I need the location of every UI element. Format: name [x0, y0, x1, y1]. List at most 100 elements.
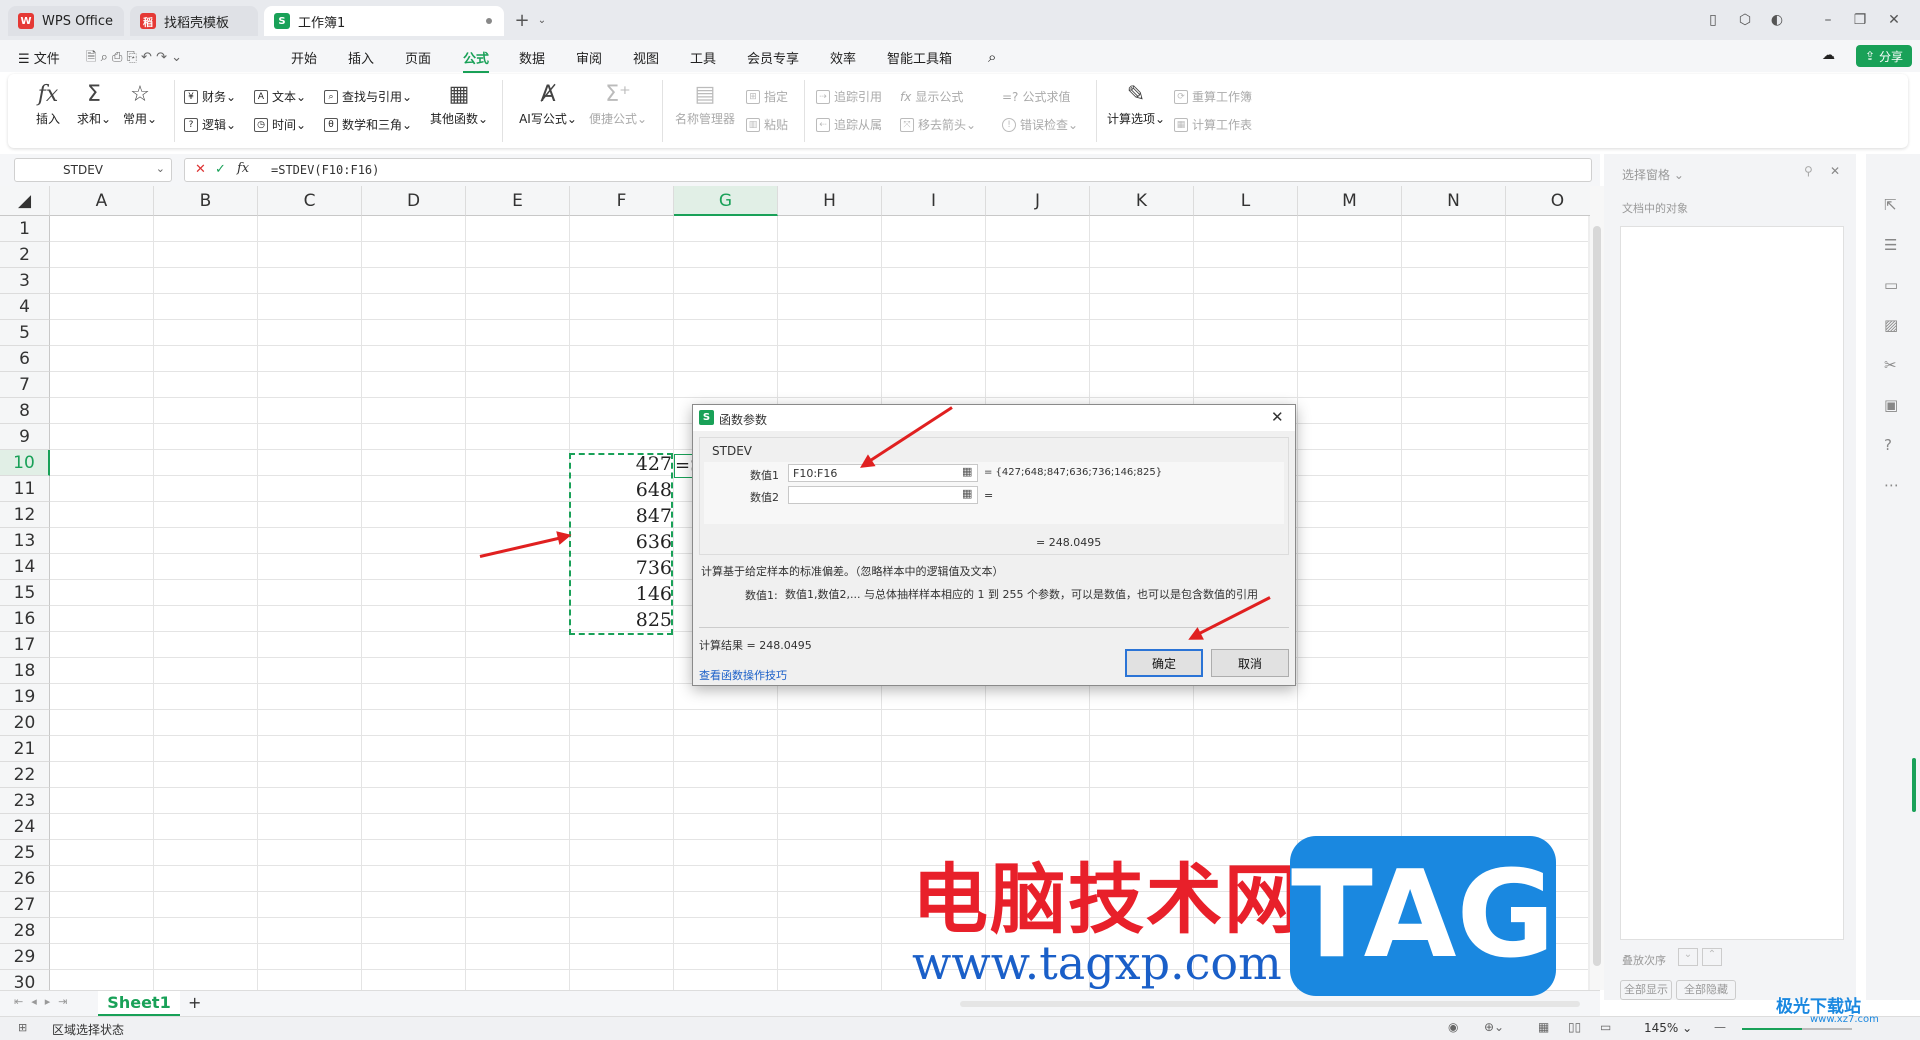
- menu-tools[interactable]: 工具: [690, 48, 716, 67]
- zoom-level[interactable]: 145% ⌄: [1644, 1021, 1692, 1035]
- column-header-m[interactable]: M: [1298, 186, 1402, 216]
- add-sheet-button[interactable]: +: [188, 993, 201, 1012]
- cancel-button[interactable]: 取消: [1211, 649, 1289, 677]
- active-cell-g10[interactable]: =S: [674, 454, 694, 478]
- menu-smart-toolbox[interactable]: 智能工具箱: [887, 48, 952, 67]
- new-tab-button[interactable]: +: [512, 10, 532, 31]
- specify-button[interactable]: ⊞ 指定: [746, 88, 788, 105]
- cell-f13[interactable]: 636: [570, 529, 672, 555]
- row-header-18[interactable]: 18: [0, 658, 50, 684]
- close-icon[interactable]: ✕: [1830, 164, 1840, 178]
- chevron-down-icon[interactable]: ⌄: [156, 162, 165, 175]
- eval-formula-button[interactable]: =? 公式求值: [1002, 88, 1070, 105]
- menu-review[interactable]: 审阅: [576, 48, 602, 67]
- row-header-19[interactable]: 19: [0, 684, 50, 710]
- row-header-28[interactable]: 28: [0, 918, 50, 944]
- vertical-scrollbar[interactable]: [1590, 186, 1604, 990]
- menu-data[interactable]: 数据: [519, 48, 545, 67]
- range-picker-icon[interactable]: ▦: [962, 465, 972, 478]
- row-header-15[interactable]: 15: [0, 580, 50, 606]
- column-header-h[interactable]: H: [778, 186, 882, 216]
- row-header-7[interactable]: 7: [0, 372, 50, 398]
- other-functions-button[interactable]: ▦ 其他函数⌄: [426, 80, 492, 127]
- formula-input[interactable]: ✕ ✓ fx =STDEV(F10:F16): [184, 158, 1592, 182]
- ai-formula-button[interactable]: Ⱥ AI写公式⌄: [516, 80, 580, 127]
- cube-icon[interactable]: ⬡: [1735, 10, 1755, 30]
- sliders-icon[interactable]: ☰: [1884, 236, 1897, 254]
- sum-button[interactable]: Σ 求和⌄: [74, 80, 114, 127]
- row-header-12[interactable]: 12: [0, 502, 50, 528]
- row-header-8[interactable]: 8: [0, 398, 50, 424]
- error-check-button[interactable]: ! 错误检查 ⌄: [1002, 116, 1078, 133]
- cell-f14[interactable]: 736: [570, 555, 672, 581]
- cell-f10[interactable]: 427: [570, 451, 672, 477]
- column-header-l[interactable]: L: [1194, 186, 1298, 216]
- tab-template[interactable]: 稻找稻壳模板: [130, 6, 258, 36]
- zoom-slider[interactable]: [1742, 1028, 1852, 1030]
- tools-icon[interactable]: ✂: [1884, 356, 1897, 374]
- scroll-thumb[interactable]: [1593, 226, 1601, 966]
- column-header-a[interactable]: A: [50, 186, 154, 216]
- hide-all-button[interactable]: 全部隐藏: [1676, 980, 1736, 1000]
- row-header-1[interactable]: 1: [0, 216, 50, 242]
- arg2-input[interactable]: [788, 486, 978, 504]
- row-header-22[interactable]: 22: [0, 762, 50, 788]
- break-view-icon[interactable]: ▭: [1600, 1020, 1611, 1034]
- calc-options-button[interactable]: ✎ 计算选项⌄: [1104, 80, 1168, 127]
- help-link[interactable]: 查看函数操作技巧: [699, 667, 787, 683]
- tab-wps-office[interactable]: W WPS Office: [8, 6, 124, 36]
- row-header-6[interactable]: 6: [0, 346, 50, 372]
- paste-button[interactable]: ▥ 粘贴: [746, 116, 788, 133]
- sheet-nav-icons[interactable]: ⇤◂▸⇥: [14, 995, 75, 1008]
- cell-f12[interactable]: 847: [570, 503, 672, 529]
- ok-button[interactable]: 确定: [1125, 649, 1203, 677]
- search-icon[interactable]: ⌕: [988, 48, 996, 66]
- row-header-21[interactable]: 21: [0, 736, 50, 762]
- common-button[interactable]: ☆ 常用⌄: [120, 80, 160, 127]
- close-icon[interactable]: ✕: [1271, 408, 1284, 426]
- cell-f11[interactable]: 648: [570, 477, 672, 503]
- menu-insert[interactable]: 插入: [348, 48, 374, 67]
- tab-workbook[interactable]: S 工作簿1: [264, 6, 504, 36]
- text-button[interactable]: A 文本 ⌄: [254, 88, 306, 105]
- menu-start[interactable]: 开始: [291, 48, 317, 67]
- recalc-workbook-button[interactable]: ⟳ 重算工作簿: [1174, 88, 1252, 105]
- row-header-2[interactable]: 2: [0, 242, 50, 268]
- logic-button[interactable]: ? 逻辑 ⌄: [184, 116, 236, 133]
- confirm-check-icon[interactable]: ✓: [215, 162, 226, 177]
- column-header-b[interactable]: B: [154, 186, 258, 216]
- column-header-c[interactable]: C: [258, 186, 362, 216]
- row-header-26[interactable]: 26: [0, 866, 50, 892]
- calc-sheet-button[interactable]: ▦ 计算工作表: [1174, 116, 1252, 133]
- row-header-5[interactable]: 5: [0, 320, 50, 346]
- row-header-27[interactable]: 27: [0, 892, 50, 918]
- column-header-o[interactable]: O: [1506, 186, 1590, 216]
- menu-view[interactable]: 视图: [633, 48, 659, 67]
- menu-formula[interactable]: 公式: [463, 48, 490, 73]
- macro-icon[interactable]: ⊞: [18, 1021, 27, 1034]
- comment-icon[interactable]: ▭: [1884, 276, 1898, 294]
- row-header-20[interactable]: 20: [0, 710, 50, 736]
- row-header-10[interactable]: 10: [0, 450, 50, 476]
- order-down-button[interactable]: ⌄: [1678, 948, 1698, 966]
- row-header-13[interactable]: 13: [0, 528, 50, 554]
- row-header-25[interactable]: 25: [0, 840, 50, 866]
- close-icon[interactable]: ✕: [1884, 10, 1904, 30]
- column-header-g[interactable]: G: [674, 186, 778, 216]
- cancel-x-icon[interactable]: ✕: [195, 162, 206, 177]
- row-header-17[interactable]: 17: [0, 632, 50, 658]
- target-icon[interactable]: ⊕⌄: [1484, 1020, 1504, 1034]
- trace-dependents-button[interactable]: ⇠ 追踪从属: [816, 116, 882, 133]
- horizontal-scrollbar[interactable]: [960, 1001, 1580, 1007]
- minimize-icon[interactable]: –: [1818, 10, 1838, 30]
- column-header-d[interactable]: D: [362, 186, 466, 216]
- time-button[interactable]: ◷ 时间 ⌄: [254, 116, 306, 133]
- remove-arrows-button[interactable]: ⤧ 移去箭头 ⌄: [900, 116, 976, 133]
- pin-icon[interactable]: ⚲: [1804, 164, 1813, 178]
- row-header-11[interactable]: 11: [0, 476, 50, 502]
- help-icon[interactable]: ?: [1884, 436, 1892, 454]
- quick-access-icons[interactable]: 🗎 ⌕ ⎙ ⎘ ↶ ↷ ⌄: [86, 48, 182, 70]
- object-list[interactable]: [1620, 226, 1844, 940]
- trace-precedents-button[interactable]: ⇢ 追踪引用: [816, 88, 882, 105]
- column-header-i[interactable]: I: [882, 186, 986, 216]
